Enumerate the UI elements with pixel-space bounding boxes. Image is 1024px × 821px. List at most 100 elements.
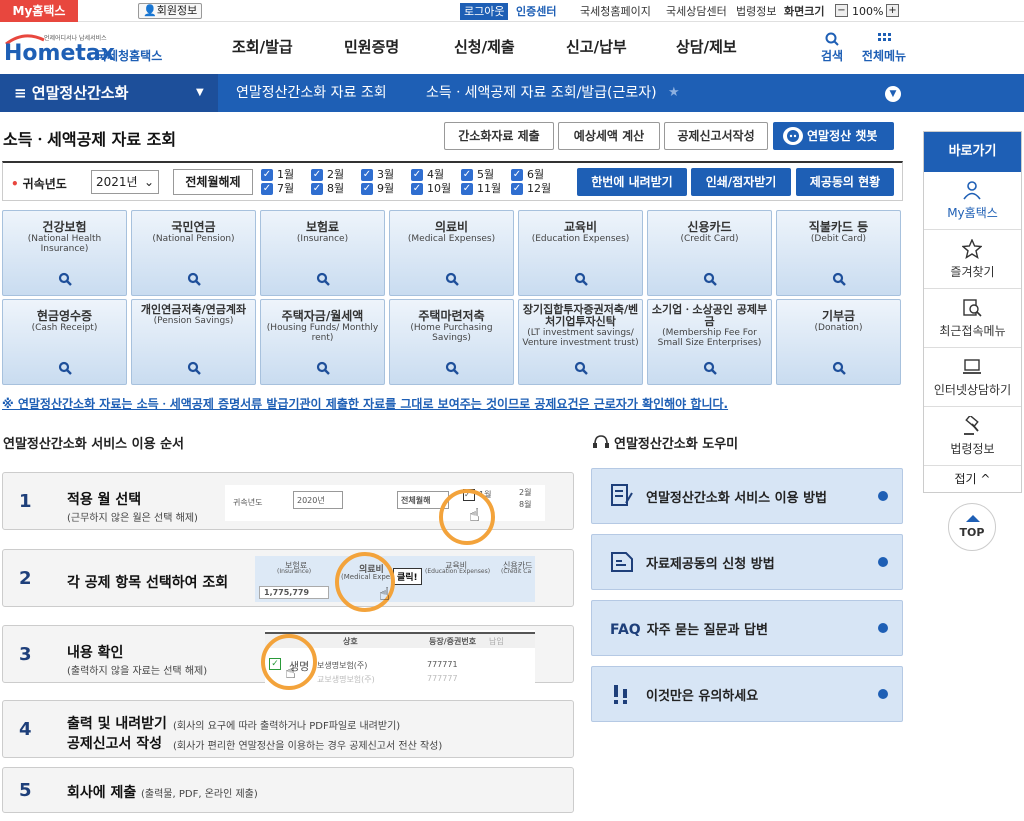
arrow-right-icon bbox=[878, 623, 888, 633]
search-button[interactable]: 검색 bbox=[818, 31, 846, 64]
favorite-star-icon[interactable]: ★ bbox=[668, 74, 680, 112]
illus-row2: 교보생명보험(주) bbox=[317, 675, 375, 684]
logout-button[interactable]: 로그아웃 bbox=[460, 3, 509, 20]
star-icon bbox=[962, 239, 982, 259]
nav-consult[interactable]: 상담/제보 bbox=[676, 36, 737, 58]
step-2: 2 각 공제 항목 선택하여 조회 보험료 (Insurance) 1,775,… bbox=[2, 549, 574, 612]
click-callout: 클릭! bbox=[393, 568, 422, 585]
chevron-down-icon[interactable]: ▼ bbox=[196, 74, 204, 112]
print-braille-button[interactable]: 인쇄/점자받기 bbox=[691, 168, 791, 196]
deduction-tile[interactable]: 주택자금/월세액 (Housing Funds/ Monthly rent) bbox=[260, 299, 385, 385]
help-item-caution[interactable]: 이것만은 유의하세요 bbox=[591, 666, 903, 722]
month-checkbox-6[interactable]: 6월 bbox=[511, 169, 544, 181]
breadcrumb-item-lookup[interactable]: 연말정산간소화 자료 조회 bbox=[236, 74, 387, 112]
step-1: 1 적용 월 선택 (근무하지 않은 월은 선택 해제) 귀속년도 2020년 … bbox=[2, 472, 574, 545]
quick-item-online-consult[interactable]: 인터넷상담하기 bbox=[924, 349, 1021, 407]
deduction-tile[interactable]: 기부금 (Donation) bbox=[776, 299, 901, 385]
month-checkbox-8[interactable]: 8월 bbox=[311, 183, 344, 195]
deduction-tile[interactable]: 소기업ㆍ소상공인 공제부금 (Membership Fee For Small S… bbox=[647, 299, 772, 385]
user-name-box bbox=[80, 3, 136, 19]
tile-name: 주택자금/월세액 bbox=[281, 309, 364, 323]
deduction-tile[interactable]: 신용카드 (Credit Card) bbox=[647, 210, 772, 296]
tile-name: 직불카드 등 bbox=[808, 220, 869, 234]
illus-row1-value: 777771 bbox=[427, 660, 458, 669]
link-nts-home[interactable]: 국세청홈페이지 bbox=[580, 3, 651, 20]
month-checkbox-9[interactable]: 9월 bbox=[361, 183, 394, 195]
year-label-text: 귀속년도 bbox=[22, 177, 67, 191]
step-4: 4 출력 및 내려받기 공제신고서 작성 (회사의 요구에 따라 출력하거나 P… bbox=[2, 700, 574, 758]
deduction-tile[interactable]: 국민연금 (National Pension) bbox=[131, 210, 256, 296]
year-select[interactable]: 2021년 ⌄ bbox=[91, 170, 159, 194]
illus-tile1-eng: (Insurance) bbox=[277, 568, 312, 575]
arrow-right-icon bbox=[878, 689, 888, 699]
expand-chevron-icon[interactable]: ▼ bbox=[885, 86, 901, 102]
download-all-button[interactable]: 한번에 내려받기 bbox=[577, 168, 687, 196]
estimate-tax-button[interactable]: 예상세액 계산 bbox=[558, 122, 660, 150]
step-number: 4 bbox=[19, 719, 32, 740]
deduction-form-button[interactable]: 공제신고서작성 bbox=[664, 122, 768, 150]
quick-item-recent[interactable]: 최근접속메뉴 bbox=[924, 290, 1021, 348]
nav-application[interactable]: 신청/제출 bbox=[454, 36, 515, 58]
zoom-out-button[interactable]: − bbox=[835, 4, 848, 17]
scroll-top-button[interactable]: TOP bbox=[948, 503, 996, 551]
arrow-right-icon bbox=[878, 557, 888, 567]
myhometax-link[interactable]: My홈택스 bbox=[0, 0, 78, 22]
deduction-tile[interactable]: 현금영수증 (Cash Receipt) bbox=[2, 299, 127, 385]
month-checkbox-1[interactable]: 1월 bbox=[261, 169, 294, 181]
month-checkbox-4[interactable]: 4월 bbox=[411, 169, 444, 181]
all-menu-label: 전체메뉴 bbox=[861, 49, 907, 63]
month-checkbox-5[interactable]: 5월 bbox=[461, 169, 494, 181]
nav-certificates[interactable]: 민원증명 bbox=[344, 36, 399, 58]
step-title: 출력 및 내려받기 bbox=[67, 716, 167, 732]
notice-text[interactable]: ※ 연말정산간소화 자료는 소득ㆍ세액공제 증명서류 발급기관이 제출한 자료를… bbox=[2, 395, 728, 412]
deduction-tile[interactable]: 보험료 (Insurance) bbox=[260, 210, 385, 296]
consent-status-button[interactable]: 제공동의 현황 bbox=[796, 168, 894, 196]
link-law-info[interactable]: 법령정보 bbox=[736, 3, 776, 20]
search-icon bbox=[832, 361, 846, 375]
illus-row2-value: 777777 bbox=[427, 674, 458, 683]
help-item-usage[interactable]: 연말정산간소화 서비스 이용 방법 bbox=[591, 468, 903, 524]
tile-name: 주택마련저축 bbox=[418, 309, 485, 323]
nav-inquiry[interactable]: 조회/발급 bbox=[232, 36, 293, 58]
month-checkbox-2[interactable]: 2월 bbox=[311, 169, 344, 181]
help-item-consent[interactable]: 자료제공동의 신청 방법 bbox=[591, 534, 903, 590]
month-checkbox-12[interactable]: 12월 bbox=[511, 183, 551, 195]
quick-item-favorites[interactable]: 즐겨찾기 bbox=[924, 231, 1021, 289]
deduction-tile[interactable]: 주택마련저축 (Home Purchasing Savings) bbox=[389, 299, 514, 385]
deduction-tile[interactable]: 직불카드 등 (Debit Card) bbox=[776, 210, 901, 296]
submit-simplified-data-button[interactable]: 간소화자료 제출 bbox=[444, 122, 554, 150]
deselect-all-months-button[interactable]: 전체월해제 bbox=[173, 169, 253, 195]
deduction-tile[interactable]: 장기집합투자증권저축/벤처기업투자신탁 (LT investment saving… bbox=[518, 299, 643, 385]
step-number: 3 bbox=[19, 644, 32, 665]
month-checkbox-10[interactable]: 10월 bbox=[411, 183, 451, 195]
tile-name: 기부금 bbox=[821, 309, 856, 323]
tile-english-name: (Credit Card) bbox=[680, 234, 739, 244]
deduction-tile[interactable]: 의료비 (Medical Expenses) bbox=[389, 210, 514, 296]
link-tax-counsel[interactable]: 국세상담센터 bbox=[666, 3, 727, 20]
search-icon bbox=[574, 361, 588, 375]
deduction-tile[interactable]: 교육비 (Education Expenses) bbox=[518, 210, 643, 296]
step-number: 5 bbox=[19, 780, 32, 801]
cert-center-link[interactable]: 인증센터 bbox=[516, 3, 556, 20]
month-checkbox-3[interactable]: 3월 bbox=[361, 169, 394, 181]
all-menu-button[interactable]: 전체메뉴 bbox=[858, 31, 910, 64]
hometax-logo[interactable]: 언제어디서나 납세서비스 Hometax 국세청홈택스 bbox=[4, 28, 194, 72]
tile-english-name: (Education Expenses) bbox=[531, 234, 630, 244]
quick-item-myhometax[interactable]: My홈택스 bbox=[924, 172, 1021, 230]
quick-item-law[interactable]: 법령정보 bbox=[924, 408, 1021, 466]
fold-button[interactable]: 접기 ^ bbox=[924, 470, 1021, 487]
breadcrumb-main[interactable]: ≡ 연말정산간소화 bbox=[0, 74, 218, 112]
tile-english-name: (Housing Funds/ Monthly rent) bbox=[266, 323, 379, 343]
help-item-faq[interactable]: FAQ 자주 묻는 질문과 답변 bbox=[591, 600, 903, 656]
month-checkbox-7[interactable]: 7월 bbox=[261, 183, 294, 195]
tile-name: 건강보험 bbox=[42, 220, 87, 234]
tile-name: 장기집합투자증권저축/벤처기업투자신탁 bbox=[522, 303, 639, 328]
month-checkbox-11[interactable]: 11월 bbox=[461, 183, 501, 195]
tile-name: 교육비 bbox=[563, 220, 598, 234]
zoom-in-button[interactable]: + bbox=[886, 4, 899, 17]
breadcrumb-item-current[interactable]: 소득ㆍ세액공제 자료 조회/발급(근로자) bbox=[426, 74, 657, 112]
nav-filing[interactable]: 신고/납부 bbox=[566, 36, 627, 58]
member-info-button[interactable]: 👤회원정보 bbox=[138, 3, 203, 19]
deduction-tile[interactable]: 건강보험 (National Health Insurance) bbox=[2, 210, 127, 296]
deduction-tile[interactable]: 개인연금저축/연금계좌 (Pension Savings) bbox=[131, 299, 256, 385]
